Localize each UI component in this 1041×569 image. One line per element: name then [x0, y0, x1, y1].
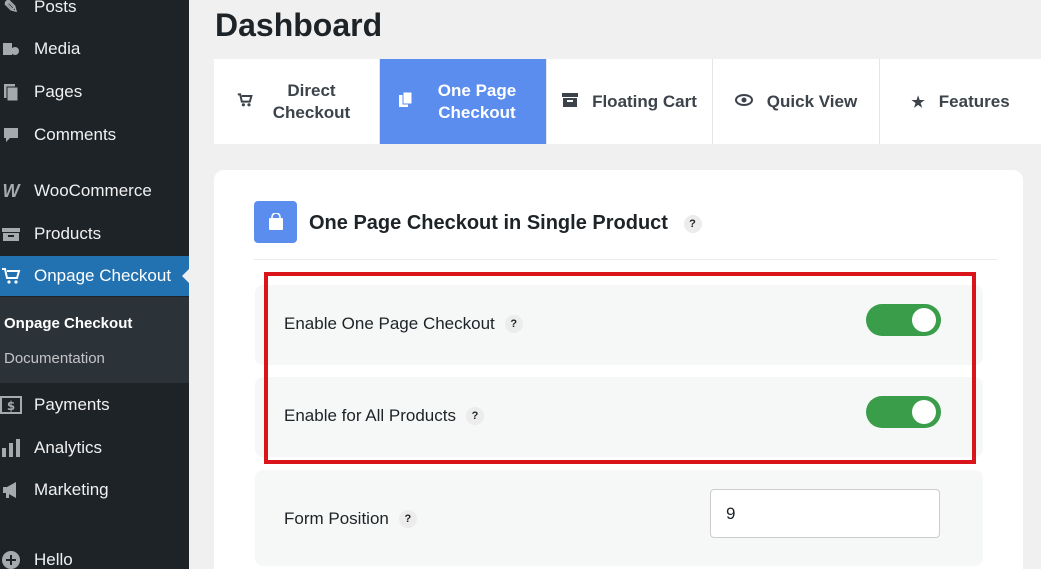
- tab-label: Quick View: [766, 91, 858, 111]
- help-icon[interactable]: ?: [683, 214, 702, 233]
- plus-circle-icon: [0, 549, 22, 569]
- eye-icon: [734, 93, 753, 110]
- cart-icon: [237, 92, 253, 112]
- sidebar-item-products[interactable]: Products: [0, 214, 189, 254]
- setting-label: Form Position ?: [284, 509, 417, 529]
- sidebar-item-payments[interactable]: $ Payments: [0, 385, 189, 425]
- tab-one-page-checkout[interactable]: One Page Checkout: [380, 59, 547, 144]
- active-indicator: [182, 268, 190, 284]
- page-title: Dashboard: [215, 7, 383, 43]
- sidebar-item-label: Hello: [34, 550, 73, 569]
- analytics-icon: [0, 437, 22, 459]
- comments-icon: [0, 124, 22, 146]
- megaphone-icon: [0, 479, 22, 501]
- admin-sidebar: ✎ Posts Media Pages Comments W WooCommer…: [0, 0, 190, 569]
- setting-label-text: Form Position: [284, 509, 389, 528]
- woocommerce-icon: W: [2, 180, 20, 201]
- products-icon: [0, 223, 22, 245]
- sidebar-item-label: Onpage Checkout: [34, 266, 172, 285]
- sidebar-item-label: Products: [34, 224, 102, 243]
- tab-features[interactable]: ★ Features: [880, 59, 1041, 144]
- sidebar-item-label: WooCommerce: [34, 181, 152, 200]
- tab-direct-checkout[interactable]: Direct Checkout: [214, 59, 380, 144]
- svg-text:$: $: [7, 399, 15, 413]
- highlight-box: [264, 272, 976, 464]
- cart-icon: [0, 265, 22, 287]
- submenu-item-onpage-checkout[interactable]: Onpage Checkout: [4, 315, 132, 332]
- sidebar-submenu: Onpage Checkout Documentation: [0, 297, 189, 383]
- section-title-text: One Page Checkout in Single Product: [309, 212, 668, 234]
- sidebar-item-label: Posts: [34, 0, 77, 16]
- sidebar-item-label: Marketing: [34, 480, 109, 499]
- section-title: One Page Checkout in Single Product ?: [309, 212, 702, 235]
- tab-label: Features: [938, 91, 1010, 111]
- submenu-item-documentation[interactable]: Documentation: [4, 350, 105, 367]
- shopping-bag-icon: [254, 201, 297, 243]
- sidebar-item-label: Pages: [34, 82, 83, 101]
- sidebar-item-pages[interactable]: Pages: [0, 72, 189, 112]
- sidebar-item-onpage-checkout[interactable]: Onpage Checkout: [0, 256, 190, 296]
- form-position-input[interactable]: [710, 489, 940, 538]
- feature-tabs: Direct Checkout One Page Checkout Floati…: [214, 59, 1041, 144]
- copy-icon: [399, 91, 413, 112]
- sidebar-item-comments[interactable]: Comments: [0, 115, 189, 155]
- star-icon: ★: [911, 93, 925, 111]
- pin-icon: ✎: [3, 0, 19, 17]
- sidebar-item-posts[interactable]: ✎ Posts: [0, 0, 189, 27]
- sidebar-item-analytics[interactable]: Analytics: [0, 428, 189, 468]
- tab-label: One Page Checkout: [437, 80, 517, 122]
- help-icon[interactable]: ?: [398, 510, 417, 528]
- tab-label: Direct Checkout: [272, 80, 351, 122]
- media-icon: [0, 38, 22, 60]
- sidebar-item-woocommerce[interactable]: W WooCommerce: [0, 171, 189, 211]
- sidebar-item-label: Comments: [34, 125, 117, 144]
- tab-floating-cart[interactable]: Floating Cart: [547, 59, 713, 144]
- sidebar-item-label: Payments: [34, 395, 110, 414]
- tab-quick-view[interactable]: Quick View: [713, 59, 880, 144]
- archive-icon: [562, 92, 579, 111]
- payments-icon: $: [0, 394, 22, 416]
- sidebar-item-label: Analytics: [34, 438, 103, 457]
- setting-row-form-position: Form Position ?: [255, 470, 983, 566]
- sidebar-item-hello[interactable]: Hello: [0, 540, 189, 569]
- pages-icon: [0, 81, 22, 103]
- divider: [254, 259, 997, 260]
- sidebar-item-marketing[interactable]: Marketing: [0, 470, 189, 510]
- tab-label: Floating Cart: [592, 91, 697, 111]
- sidebar-item-media[interactable]: Media: [0, 29, 189, 69]
- sidebar-item-label: Media: [34, 39, 81, 58]
